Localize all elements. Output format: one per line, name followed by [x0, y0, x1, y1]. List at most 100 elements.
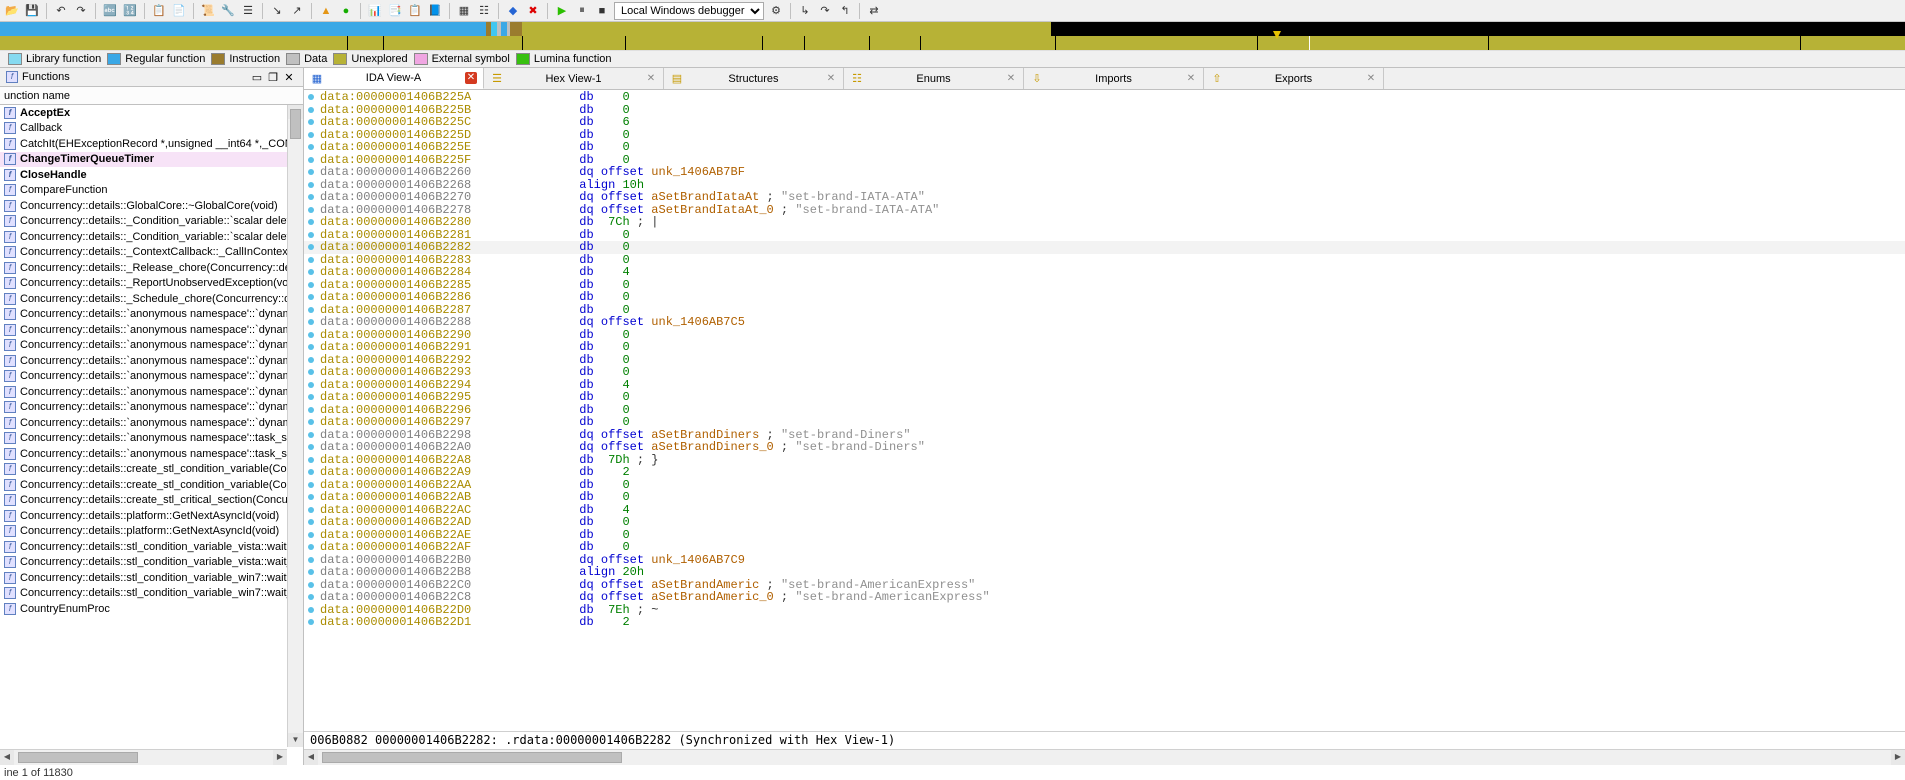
line-dot-icon: [308, 182, 314, 188]
names-icon[interactable]: 📋: [407, 3, 423, 19]
copy-icon[interactable]: 📋: [151, 3, 167, 19]
function-label: Concurrency::details::stl_condition_vari…: [20, 587, 303, 599]
function-item[interactable]: fConcurrency::details::_Schedule_chore(C…: [0, 291, 303, 307]
nav-detail[interactable]: [0, 36, 1905, 50]
function-item[interactable]: fCatchIt(EHExceptionRecord *,unsigned __…: [0, 136, 303, 152]
debugger-select[interactable]: Local Windows debugger: [614, 2, 764, 20]
function-item[interactable]: fConcurrency::details::stl_condition_var…: [0, 586, 303, 602]
function-item[interactable]: fConcurrency::details::`anonymous namesp…: [0, 384, 303, 400]
function-item[interactable]: fConcurrency::details::create_stl_condit…: [0, 477, 303, 493]
analyze-icon[interactable]: ▲: [318, 3, 334, 19]
open-icon[interactable]: 📂: [4, 3, 20, 19]
tab-close-icon[interactable]: ✕: [825, 73, 837, 85]
strings-icon[interactable]: 📑: [387, 3, 403, 19]
tab-close-icon[interactable]: ✕: [1185, 73, 1197, 85]
function-item[interactable]: fConcurrency::details::`anonymous namesp…: [0, 400, 303, 416]
tab-close-icon[interactable]: ✕: [645, 73, 657, 85]
function-item[interactable]: fConcurrency::details::`anonymous namesp…: [0, 415, 303, 431]
function-item[interactable]: fConcurrency::details::platform::GetNext…: [0, 524, 303, 540]
legend-unex: Unexplored: [351, 53, 407, 65]
tab-enums[interactable]: ☷Enums✕: [844, 68, 1024, 89]
function-item[interactable]: fConcurrency::details::`anonymous namesp…: [0, 446, 303, 462]
functions-vscrollbar[interactable]: ▲▼: [287, 105, 303, 747]
tab-close-icon[interactable]: ✕: [1005, 73, 1017, 85]
pane-close-icon[interactable]: ✕: [281, 70, 297, 84]
function-item[interactable]: fConcurrency::details::`anonymous namesp…: [0, 353, 303, 369]
search-text-icon[interactable]: 🔤: [102, 3, 118, 19]
dbg-options-icon[interactable]: ⚙: [768, 3, 784, 19]
trace-icon[interactable]: ⇄: [866, 3, 882, 19]
function-item[interactable]: fChangeTimerQueueTimer: [0, 152, 303, 168]
function-item[interactable]: fConcurrency::details::`anonymous namesp…: [0, 369, 303, 385]
function-label: CloseHandle: [20, 169, 87, 181]
enums-icon[interactable]: ☷: [476, 3, 492, 19]
function-item[interactable]: fConcurrency::details::stl_condition_var…: [0, 539, 303, 555]
undo-icon[interactable]: ↶: [53, 3, 69, 19]
redo-icon[interactable]: ↷: [73, 3, 89, 19]
list-icon[interactable]: ☰: [240, 3, 256, 19]
functions-icon[interactable]: 📘: [427, 3, 443, 19]
pane-restore-icon[interactable]: ❐: [265, 70, 281, 84]
function-item[interactable]: fConcurrency::details::`anonymous namesp…: [0, 322, 303, 338]
disasm-line[interactable]: data:00000001406B22D1 db 2: [304, 616, 1905, 629]
nav-overview[interactable]: [0, 22, 1905, 36]
functions-column-header[interactable]: unction name: [0, 87, 303, 105]
function-icon: f: [4, 525, 16, 537]
run-icon[interactable]: ▶: [554, 3, 570, 19]
tab-close-icon[interactable]: ✕: [1365, 73, 1377, 85]
function-item[interactable]: fConcurrency::details::`anonymous namesp…: [0, 431, 303, 447]
function-item[interactable]: fConcurrency::details::_ContextCallback:…: [0, 245, 303, 261]
line-dot-icon: [308, 569, 314, 575]
disassembly-view[interactable]: data:00000001406B225A db 0data:000000014…: [304, 90, 1905, 731]
pause-icon[interactable]: ⏸: [574, 3, 590, 19]
function-item[interactable]: fConcurrency::details::GlobalCore::~Glob…: [0, 198, 303, 214]
step-over-icon[interactable]: ↷: [817, 3, 833, 19]
xref-to-icon[interactable]: ↘: [269, 3, 285, 19]
tab-exports[interactable]: ⇧Exports✕: [1204, 68, 1384, 89]
function-item[interactable]: fCompareFunction: [0, 183, 303, 199]
line-dot-icon: [308, 432, 314, 438]
search-binary-icon[interactable]: 🔢: [122, 3, 138, 19]
functions-hscrollbar[interactable]: ◀▶: [0, 749, 287, 765]
graph-icon[interactable]: 📊: [367, 3, 383, 19]
line-dot-icon: [308, 357, 314, 363]
disasm-hscrollbar[interactable]: ◀▶: [304, 749, 1905, 765]
function-item[interactable]: fConcurrency::details::_Condition_variab…: [0, 229, 303, 245]
function-item[interactable]: fConcurrency::details::_Release_chore(Co…: [0, 260, 303, 276]
function-item[interactable]: fConcurrency::details::`anonymous namesp…: [0, 307, 303, 323]
function-item[interactable]: fConcurrency::details::stl_condition_var…: [0, 555, 303, 571]
functions-list[interactable]: fAcceptExfCallbackfCatchIt(EHExceptionRe…: [0, 105, 303, 765]
tab-close-icon[interactable]: ✕: [465, 72, 477, 84]
function-item[interactable]: fCallback: [0, 121, 303, 137]
function-item[interactable]: fConcurrency::details::_ReportUnobserved…: [0, 276, 303, 292]
tab-imports[interactable]: ⇩Imports✕: [1024, 68, 1204, 89]
line-dot-icon: [308, 532, 314, 538]
breakpoint-off-icon[interactable]: ✖: [525, 3, 541, 19]
breakpoint-on-icon[interactable]: ◆: [505, 3, 521, 19]
function-item[interactable]: fConcurrency::details::create_stl_critic…: [0, 493, 303, 509]
save-icon[interactable]: 💾: [24, 3, 40, 19]
xref-from-icon[interactable]: ↗: [289, 3, 305, 19]
step-out-icon[interactable]: ↰: [837, 3, 853, 19]
paste-icon[interactable]: 📄: [171, 3, 187, 19]
function-item[interactable]: fConcurrency::details::create_stl_condit…: [0, 462, 303, 478]
pane-minimize-icon[interactable]: ▭: [249, 70, 265, 84]
function-item[interactable]: fConcurrency::details::stl_condition_var…: [0, 570, 303, 586]
function-icon: f: [4, 494, 16, 506]
tab-structures[interactable]: ▤Structures✕: [664, 68, 844, 89]
function-item[interactable]: fCloseHandle: [0, 167, 303, 183]
tab-hex-view-1[interactable]: ☰Hex View-1✕: [484, 68, 664, 89]
record-icon[interactable]: ●: [338, 3, 354, 19]
stop-icon[interactable]: ■: [594, 3, 610, 19]
line-dot-icon: [308, 107, 314, 113]
plugin-icon[interactable]: 🔧: [220, 3, 236, 19]
script-icon[interactable]: 📜: [200, 3, 216, 19]
function-item[interactable]: fConcurrency::details::platform::GetNext…: [0, 508, 303, 524]
structs-icon[interactable]: ▦: [456, 3, 472, 19]
step-into-icon[interactable]: ↳: [797, 3, 813, 19]
function-item[interactable]: fConcurrency::details::_Condition_variab…: [0, 214, 303, 230]
tab-ida-view-a[interactable]: ▦IDA View-A✕: [304, 68, 484, 89]
function-item[interactable]: fCountryEnumProc: [0, 601, 303, 617]
function-item[interactable]: fConcurrency::details::`anonymous namesp…: [0, 338, 303, 354]
function-item[interactable]: fAcceptEx: [0, 105, 303, 121]
